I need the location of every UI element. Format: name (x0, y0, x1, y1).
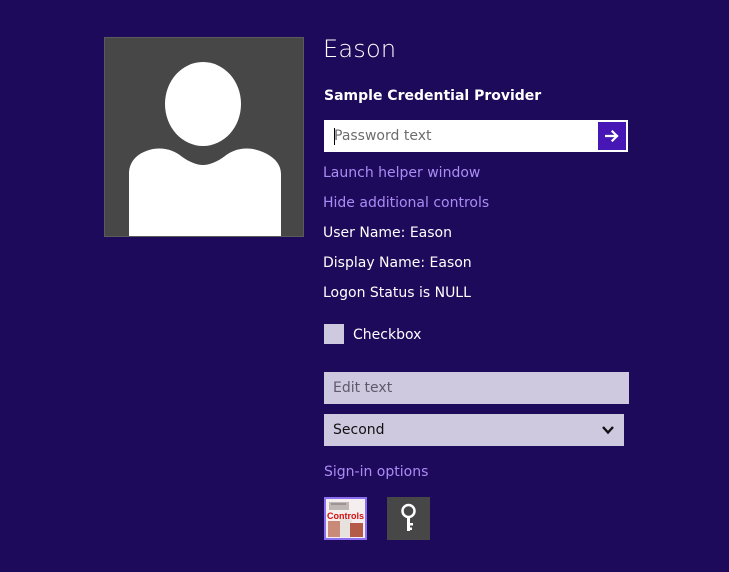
arrow-right-icon (605, 130, 619, 142)
launch-helper-window-link[interactable]: Launch helper window (323, 164, 480, 182)
combo-selected-value: Second (333, 422, 385, 438)
edit-text-field[interactable] (324, 372, 629, 404)
password-field[interactable] (324, 120, 628, 152)
user-silhouette-icon (129, 62, 281, 236)
submit-button[interactable] (598, 122, 626, 150)
combo-box[interactable]: Second (324, 414, 624, 446)
sign-in-options-link[interactable]: Sign-in options (324, 463, 428, 481)
hide-additional-controls-link[interactable]: Hide additional controls (323, 194, 489, 212)
checkbox-label[interactable]: Checkbox (353, 326, 421, 344)
credential-provider-title: Sample Credential Provider (324, 88, 542, 104)
key-icon (401, 503, 416, 531)
logon-status-label: Logon Status is NULL (323, 285, 471, 301)
password-input[interactable] (325, 121, 599, 151)
user-name-label: User Name: Eason (323, 225, 452, 241)
checkbox[interactable] (324, 324, 344, 344)
display-name-label: Display Name: Eason (323, 255, 472, 271)
user-display-name: Eason (323, 35, 397, 63)
text-caret (334, 128, 335, 145)
edit-text-input[interactable] (324, 372, 629, 404)
user-avatar (104, 37, 304, 237)
controls-tile-button[interactable]: Controls (324, 497, 367, 540)
chevron-down-icon (602, 426, 614, 435)
key-tile-button[interactable] (387, 497, 430, 540)
controls-tile-label: Controls (327, 511, 364, 521)
